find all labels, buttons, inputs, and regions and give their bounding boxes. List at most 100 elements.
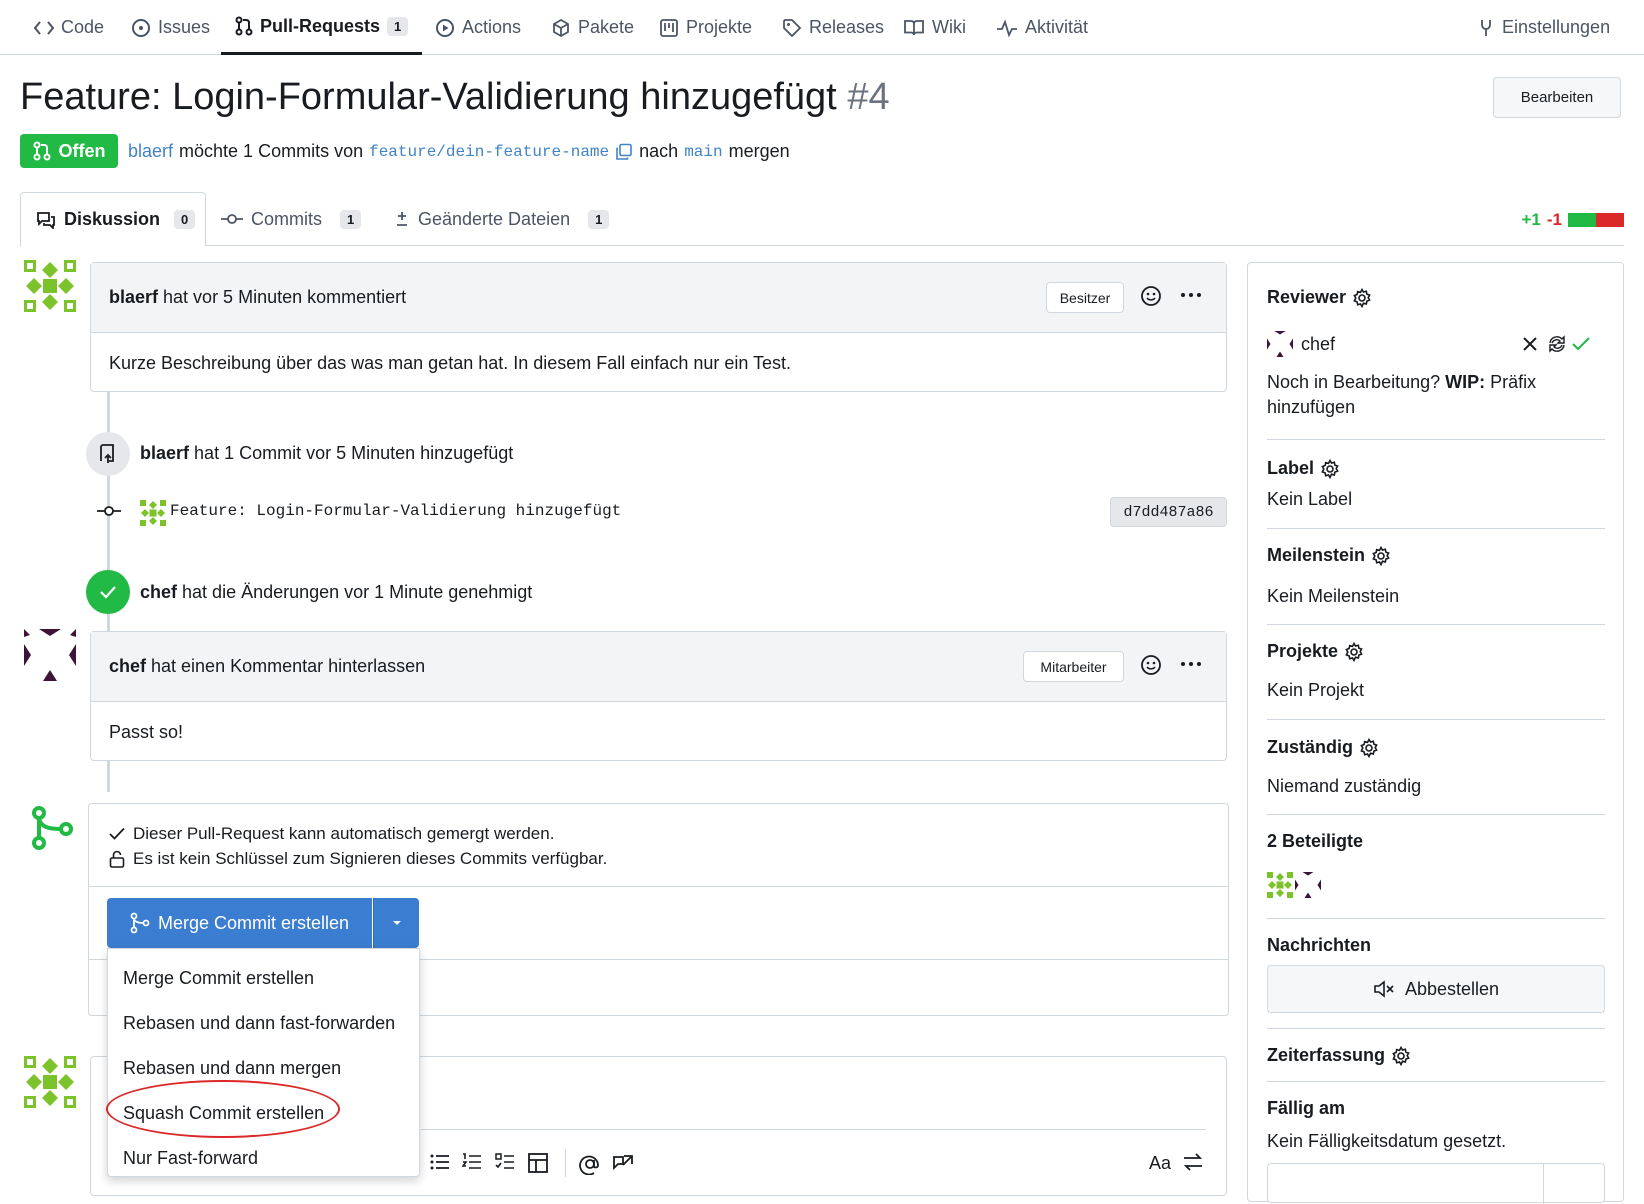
- sidebar-participants: 2 Beteiligte: [1267, 831, 1605, 898]
- nav-code[interactable]: Code: [34, 0, 104, 55]
- nav-activity[interactable]: Aktivität: [996, 0, 1088, 55]
- labels-title[interactable]: Label: [1267, 458, 1605, 479]
- approve-author[interactable]: chef: [140, 582, 177, 602]
- approve-badge: [86, 570, 130, 614]
- nav-packages-label: Pakete: [578, 17, 635, 37]
- reviewer-avatar[interactable]: [1267, 331, 1293, 357]
- copy-icon[interactable]: [615, 143, 633, 161]
- reviewers-title[interactable]: Reviewer: [1267, 287, 1605, 308]
- commit-message[interactable]: Feature: Login-Formular-Validierung hinz…: [170, 502, 621, 520]
- unsubscribe-button[interactable]: Abbestellen: [1267, 965, 1605, 1013]
- smiley-icon[interactable]: [1140, 654, 1162, 676]
- gear-icon[interactable]: [1352, 287, 1372, 308]
- bullet-list-icon[interactable]: [430, 1153, 450, 1171]
- check-icon: [109, 827, 125, 841]
- pr-sidebar: Reviewer chef Noch in Bearbeitung? WIP: …: [1247, 262, 1624, 1204]
- mention-icon[interactable]: [579, 1153, 601, 1175]
- tasklist-icon[interactable]: [495, 1153, 515, 1171]
- gear-icon[interactable]: [1391, 1045, 1411, 1066]
- sidebar-projects: Projekte Kein Projekt: [1267, 641, 1605, 701]
- gear-icon[interactable]: [1359, 737, 1379, 758]
- table-icon[interactable]: [528, 1153, 548, 1173]
- gear-icon[interactable]: [1371, 545, 1391, 566]
- projects-title-text: Projekte: [1267, 641, 1339, 661]
- nav-releases[interactable]: Releases: [782, 0, 884, 55]
- tab-commits[interactable]: Commits 1: [221, 192, 362, 246]
- nav-pull-requests[interactable]: Pull-Requests 1: [221, 0, 423, 55]
- more-icon[interactable]: [1179, 283, 1203, 307]
- divider: [89, 886, 1228, 887]
- commit-icon: [97, 504, 121, 518]
- smiley-icon[interactable]: [1140, 285, 1162, 307]
- sidebar-notifications: Nachrichten: [1267, 935, 1605, 956]
- nav-issues[interactable]: Issues: [131, 0, 210, 55]
- pr-subtitle: blaerf möchte 1 Commits von feature/dein…: [128, 141, 790, 162]
- projects-title[interactable]: Projekte: [1267, 641, 1605, 662]
- milestone-value: Kein Meilenstein: [1267, 586, 1400, 606]
- avatar-blaerf[interactable]: [24, 260, 76, 312]
- close-icon[interactable]: [1522, 336, 1538, 352]
- sidebar-assignees: Zuständig Niemand zuständig: [1267, 737, 1605, 797]
- comments-icon: [36, 211, 56, 229]
- cross-reference-icon[interactable]: [612, 1153, 634, 1175]
- tab-discussion[interactable]: Diskussion 0: [20, 192, 206, 247]
- milestone-title[interactable]: Meilenstein: [1267, 545, 1605, 566]
- menu-item-rebase-ff[interactable]: Rebasen und dann fast-forwarden: [123, 1013, 395, 1034]
- menu-item-rebase-merge[interactable]: Rebasen und dann mergen: [123, 1058, 341, 1079]
- comment-author[interactable]: blaerf: [109, 287, 158, 308]
- divider: [1267, 528, 1605, 529]
- edit-button[interactable]: Bearbeiten: [1493, 77, 1621, 118]
- swap-icon[interactable]: [1183, 1153, 1203, 1171]
- book-icon: [903, 19, 925, 37]
- merge-status-sign: Es ist kein Schlüssel zum Signieren dies…: [109, 849, 607, 869]
- base-branch-link[interactable]: main: [684, 143, 722, 161]
- nav-packages[interactable]: Pakete: [551, 0, 634, 55]
- due-date-input[interactable]: [1267, 1163, 1605, 1204]
- participant-avatar[interactable]: [1295, 872, 1321, 898]
- input-divider: [1543, 1164, 1544, 1204]
- nav-actions[interactable]: Actions: [435, 0, 521, 55]
- nav-settings[interactable]: Einstellungen: [1477, 0, 1610, 55]
- menu-item-merge-commit[interactable]: Merge Commit erstellen: [123, 968, 314, 989]
- reviewer-name[interactable]: chef: [1301, 334, 1335, 355]
- commit-author-avatar[interactable]: [140, 500, 166, 526]
- more-icon[interactable]: [1179, 652, 1203, 676]
- wip-hint[interactable]: Noch in Bearbeitung? WIP: Präfix hinzufü…: [1267, 370, 1605, 420]
- participant-avatar[interactable]: [1267, 872, 1293, 898]
- pr-title-text: Feature: Login-Formular-Validierung hinz…: [20, 76, 837, 118]
- toolbar-divider: [565, 1149, 566, 1177]
- approve-text: hat die Änderungen vor 1 Minute genehmig…: [182, 582, 533, 602]
- avatar-current-user[interactable]: [24, 1056, 76, 1108]
- comment-body: Passt so!: [109, 721, 184, 742]
- sync-icon[interactable]: [1547, 334, 1567, 354]
- merge-button-label: Merge Commit erstellen: [157, 912, 350, 933]
- commit-sha[interactable]: d7dd487a86: [1110, 497, 1227, 527]
- merge-style-menu: Merge Commit erstellen Rebasen und dann …: [107, 948, 420, 1177]
- comment-card: blaerf hat vor 5 Minuten kommentiert Bes…: [90, 262, 1227, 392]
- additions-count: +1: [1521, 210, 1541, 229]
- push-badge: [86, 432, 130, 476]
- gear-icon[interactable]: [1320, 458, 1340, 479]
- head-branch-link[interactable]: feature/dein-feature-name: [369, 143, 609, 161]
- approved-check-icon: [1572, 337, 1590, 351]
- tab-files[interactable]: Geänderte Dateien 1: [394, 192, 610, 246]
- time-tracking-title[interactable]: Zeiterfassung: [1267, 1045, 1605, 1066]
- diff-stat: +1 -1: [1521, 210, 1624, 230]
- pull-request-icon: [235, 16, 253, 36]
- push-author[interactable]: blaerf: [140, 443, 189, 463]
- nav-wiki[interactable]: Wiki: [903, 0, 966, 55]
- font-toggle[interactable]: Aa: [1149, 1153, 1171, 1174]
- gear-icon[interactable]: [1344, 641, 1364, 662]
- commits-count: 1: [340, 209, 362, 229]
- merge-style-dropdown-toggle[interactable]: [373, 898, 419, 948]
- project-board-icon: [659, 18, 679, 38]
- nav-projects[interactable]: Projekte: [659, 0, 752, 55]
- menu-item-ff-only[interactable]: Nur Fast-forward: [123, 1148, 258, 1169]
- avatar-chef[interactable]: [24, 629, 76, 681]
- comment-author[interactable]: chef: [109, 656, 146, 677]
- author-link[interactable]: blaerf: [128, 141, 173, 162]
- numbered-list-icon[interactable]: [462, 1153, 482, 1171]
- assignees-title[interactable]: Zuständig: [1267, 737, 1605, 758]
- divider: [1267, 1081, 1605, 1082]
- merge-button[interactable]: Merge Commit erstellen: [107, 898, 372, 948]
